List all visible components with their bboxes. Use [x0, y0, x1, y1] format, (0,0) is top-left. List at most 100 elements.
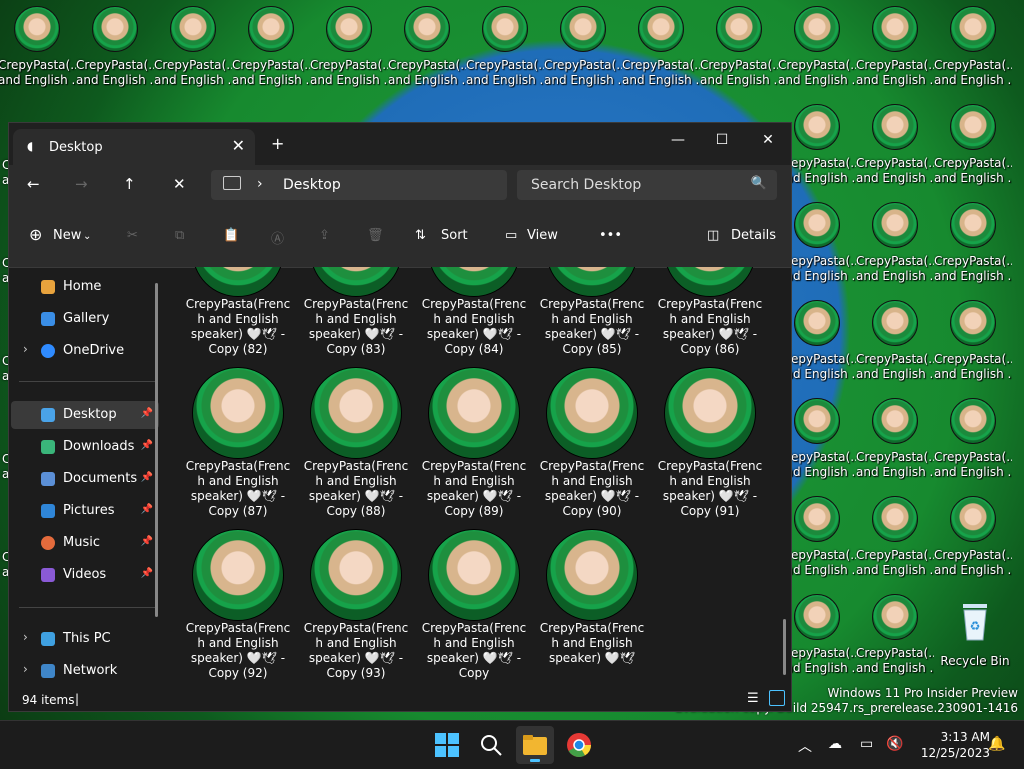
search-icon[interactable]: 🔍 [751, 176, 767, 191]
copy-icon[interactable]: ⧉ [175, 228, 184, 243]
maximize-button[interactable]: ☐ [699, 127, 745, 153]
desktop-shortcut[interactable]: CrepyPasta(...and English ... [934, 492, 1012, 588]
search-taskbar-button[interactable] [476, 730, 506, 760]
nav-label: Documents [63, 471, 138, 486]
nav-item-home[interactable]: Home [11, 273, 159, 301]
desktop-shortcut[interactable]: CrepyPasta(...and English ... [856, 2, 934, 98]
share-icon[interactable]: ⇪ [319, 228, 330, 243]
file-item[interactable]: CrepyPasta(Frenc h and English speaker) 🤍🕊… [537, 367, 647, 519]
address-bar[interactable]: › Desktop [211, 170, 507, 200]
file-item[interactable]: CrepyPasta(Frenc h and English speaker) 🤍🕊… [419, 267, 529, 357]
desktop-shortcut[interactable]: CrepyPasta(...and English ... [622, 2, 700, 98]
view-button[interactable]: View [527, 228, 558, 243]
show-hidden-icons-chevron-icon[interactable]: ︿ [798, 736, 812, 756]
stop-loading-icon[interactable]: ✕ [173, 175, 186, 193]
chevron-right-icon[interactable]: › [257, 176, 263, 192]
chevron-right-icon[interactable]: › [23, 630, 28, 644]
nav-item-music[interactable]: Music 📌 [11, 529, 159, 557]
nav-item-downloads[interactable]: Downloads 📌 [11, 433, 159, 461]
search-box[interactable]: Search Desktop 🔍 [517, 170, 777, 200]
desktop-shortcut[interactable]: CrepyPasta(...and English ... [232, 2, 310, 98]
desktop-shortcut[interactable]: CrepyPasta(...and English ... [934, 394, 1012, 490]
file-item[interactable]: CrepyPasta(Frenc h and English speaker) 🤍🕊 [537, 529, 647, 666]
desktop-shortcut[interactable]: CrepyPasta(...and English ... [544, 2, 622, 98]
volume-muted-icon[interactable]: 🔇 [886, 736, 903, 752]
nav-item-gallery[interactable]: Gallery [11, 305, 159, 333]
nav-item-pictures[interactable]: Pictures 📌 [11, 497, 159, 525]
file-name-line: Copy (91) [680, 504, 740, 518]
file-item[interactable]: CrepyPasta(Frenc h and English speaker) 🤍🕊… [183, 267, 293, 357]
desktop-shortcut[interactable]: CrepyPasta(...and English ... [856, 590, 934, 686]
desktop-shortcut[interactable]: CrepyPasta(...and English ... [934, 2, 1012, 98]
nav-scrollbar[interactable] [155, 283, 158, 617]
desktop-shortcut[interactable]: CrepyPasta(...and English ... [0, 2, 76, 98]
file-item[interactable]: CrepyPasta(Frenc h and English speaker) 🤍🕊… [183, 529, 293, 681]
file-item[interactable]: CrepyPasta(Frenc h and English speaker) 🤍🕊… [655, 267, 765, 357]
chevron-right-icon[interactable]: › [23, 342, 28, 356]
rename-icon[interactable]: Ⓐ [271, 228, 284, 247]
desktop-shortcut[interactable]: CrepyPasta(...and English ... [856, 100, 934, 196]
file-item[interactable]: CrepyPasta(Frenc h and English speaker) 🤍🕊… [655, 367, 765, 519]
file-item[interactable]: CrepyPasta(Frenc h and English speaker) 🤍🕊… [419, 367, 529, 519]
file-item[interactable]: CrepyPasta(Frenc h and English speaker) 🤍🕊… [301, 267, 411, 357]
desktop-shortcut[interactable]: CrepyPasta(...and English ... [856, 492, 934, 588]
desktop-shortcut[interactable]: CrepyPasta(...and English ... [310, 2, 388, 98]
file-item[interactable]: CrepyPasta(Frenc h and English speaker) 🤍🕊… [301, 367, 411, 519]
onedrive-offline-icon[interactable]: ☁ [828, 736, 842, 752]
up-arrow-icon[interactable]: ↑ [123, 175, 136, 193]
clock[interactable]: 3:13 AM 12/25/2023 [921, 729, 990, 761]
details-button[interactable]: Details [731, 228, 776, 243]
chevron-right-icon[interactable]: › [23, 662, 28, 676]
new-button[interactable]: New [53, 228, 81, 243]
delete-icon[interactable]: 🗑 [367, 228, 384, 243]
file-explorer-taskbar-button[interactable] [516, 726, 554, 764]
close-tab-icon[interactable]: ✕ [232, 136, 245, 155]
close-window-button[interactable]: ✕ [745, 127, 791, 153]
new-tab-button[interactable]: + [271, 134, 284, 153]
recycle-bin-shortcut[interactable]: ♻ Recycle Bin [936, 594, 1014, 690]
desktop-shortcut[interactable]: CrepyPasta(...and English ... [934, 198, 1012, 294]
cut-icon[interactable]: ✂ [127, 228, 138, 243]
search-icon [481, 735, 502, 756]
sort-button[interactable]: Sort [441, 228, 468, 243]
notification-bell-icon[interactable]: 🔔 [988, 736, 1005, 752]
desktop-shortcut[interactable]: CrepyPasta(...and English ... [934, 100, 1012, 196]
nav-item-documents[interactable]: Documents 📌 [11, 465, 159, 493]
forward-arrow-icon[interactable]: → [75, 175, 88, 193]
breadcrumb-desktop[interactable]: Desktop [283, 177, 341, 193]
desktop-shortcut-thumbnail [560, 6, 606, 52]
search-input[interactable]: Search Desktop [531, 177, 641, 193]
details-view-icon[interactable]: ☰ [747, 691, 759, 706]
file-item[interactable]: CrepyPasta(Frenc h and English speaker) 🤍🕊… [301, 529, 411, 681]
nav-item-this-pc[interactable]: › This PC [11, 625, 159, 653]
file-item[interactable]: CrepyPasta(Frenc h and English speaker) 🤍🕊… [537, 267, 647, 357]
desktop-shortcut[interactable]: CrepyPasta(...and English ... [934, 296, 1012, 392]
desktop-shortcut[interactable]: CrepyPasta(...and English ... [388, 2, 466, 98]
desktop-shortcut[interactable]: CrepyPasta(...and English ... [466, 2, 544, 98]
desktop-shortcut[interactable]: CrepyPasta(...and English ... [856, 198, 934, 294]
desktop-shortcut[interactable]: CrepyPasta(...and English ... [856, 296, 934, 392]
start-button[interactable] [432, 730, 462, 760]
file-item[interactable]: CrepyPasta(Frenc h and English speaker) 🤍🕊… [183, 367, 293, 519]
desktop-shortcut-thumbnail [794, 104, 840, 150]
desktop-shortcut[interactable]: CrepyPasta(...and English ... [154, 2, 232, 98]
network-icon[interactable]: ▭ [860, 736, 873, 752]
tab-desktop[interactable]: ◖ Desktop ✕ [13, 129, 255, 165]
more-options-button[interactable]: ••• [599, 228, 622, 243]
nav-item-network[interactable]: › Network [11, 657, 159, 685]
pin-icon: 📌 [140, 504, 153, 515]
paste-icon[interactable]: 📋 [223, 228, 239, 243]
chrome-taskbar-button[interactable] [564, 730, 594, 760]
nav-item-videos[interactable]: Videos 📌 [11, 561, 159, 589]
minimize-button[interactable]: — [655, 127, 701, 153]
nav-item-desktop[interactable]: Desktop 📌 [11, 401, 159, 429]
back-arrow-icon[interactable]: ← [27, 175, 40, 193]
file-item[interactable]: CrepyPasta(Frenc h and English speaker) 🤍🕊… [419, 529, 529, 681]
content-scrollbar[interactable] [783, 619, 786, 675]
desktop-shortcut[interactable]: CrepyPasta(...and English ... [76, 2, 154, 98]
tiles-view-icon[interactable] [769, 690, 785, 706]
desktop-shortcut[interactable]: CrepyPasta(...and English ... [856, 394, 934, 490]
nav-item-onedrive[interactable]: › OneDrive [11, 337, 159, 365]
desktop-shortcut[interactable]: CrepyPasta(...and English ... [700, 2, 778, 98]
desktop-shortcut[interactable]: CrepyPasta(...and English ... [778, 2, 856, 98]
